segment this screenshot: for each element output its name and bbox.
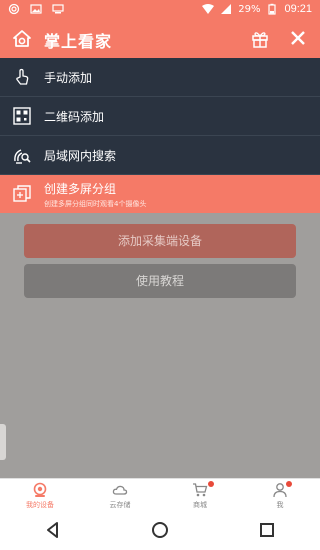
clock: 09:21 xyxy=(284,3,312,15)
status-bar: 29% 09:21 xyxy=(0,0,320,20)
bottom-tab-bar: 我的设备 云存储 商城 我 xyxy=(0,478,320,510)
tab-label: 我的设备 xyxy=(26,501,54,509)
tab-cloud-storage[interactable]: 云存储 xyxy=(80,479,160,510)
system-nav-bar xyxy=(0,510,320,550)
app-header: 掌上看家 xyxy=(0,20,320,58)
spiral-app-icon xyxy=(8,3,20,15)
lan-search-icon xyxy=(14,149,31,164)
add-device-menu: 手动添加 二维码添加 局域网内搜索 创建多屏分组 创建多屏分组同时观看4个摄像头 xyxy=(0,58,320,213)
menu-item-label: 手动添加 xyxy=(44,70,93,85)
menu-item-qr-add[interactable]: 二维码添加 xyxy=(0,97,320,136)
tab-store[interactable]: 商城 xyxy=(160,479,240,510)
tab-label: 云存储 xyxy=(109,501,131,509)
tab-me[interactable]: 我 xyxy=(240,479,320,510)
menu-item-label: 二维码添加 xyxy=(44,109,105,124)
camera-icon xyxy=(33,482,47,497)
gift-icon[interactable] xyxy=(250,29,270,49)
hand-tap-icon xyxy=(16,68,29,85)
menu-item-label: 创建多屏分组 xyxy=(44,181,117,196)
edge-handle[interactable] xyxy=(0,424,6,460)
image-icon xyxy=(30,4,42,14)
me-badge xyxy=(286,481,292,487)
close-button[interactable] xyxy=(288,28,308,48)
tab-label: 我 xyxy=(276,501,284,509)
menu-item-lan-search[interactable]: 局域网内搜索 xyxy=(0,136,320,175)
cart-icon xyxy=(193,483,208,497)
app-title: 掌上看家 xyxy=(44,32,113,51)
menu-item-sublabel: 创建多屏分组同时观看4个摄像头 xyxy=(44,199,147,208)
battery-percent: 29% xyxy=(238,3,261,15)
multi-screen-icon xyxy=(13,185,31,202)
menu-item-label: 局域网内搜索 xyxy=(44,148,117,163)
home-eye-icon xyxy=(13,30,31,47)
battery-icon xyxy=(268,3,277,15)
wifi-icon xyxy=(202,4,215,14)
recents-icon[interactable] xyxy=(256,519,278,541)
add-device-button[interactable]: 添加采集端设备 xyxy=(24,224,296,258)
signal-icon xyxy=(221,4,232,14)
screen-icon xyxy=(52,4,64,14)
tutorial-button[interactable]: 使用教程 xyxy=(24,264,296,298)
tab-my-devices[interactable]: 我的设备 xyxy=(0,479,80,510)
qr-code-icon xyxy=(13,107,31,125)
menu-item-manual-add[interactable]: 手动添加 xyxy=(0,58,320,97)
close-icon xyxy=(291,31,305,45)
menu-item-create-group[interactable]: 创建多屏分组 创建多屏分组同时观看4个摄像头 xyxy=(0,175,320,213)
store-badge xyxy=(208,481,214,487)
cloud-icon xyxy=(112,485,128,495)
back-icon[interactable] xyxy=(42,519,64,541)
home-icon[interactable] xyxy=(149,519,171,541)
tab-label: 商城 xyxy=(193,501,207,509)
